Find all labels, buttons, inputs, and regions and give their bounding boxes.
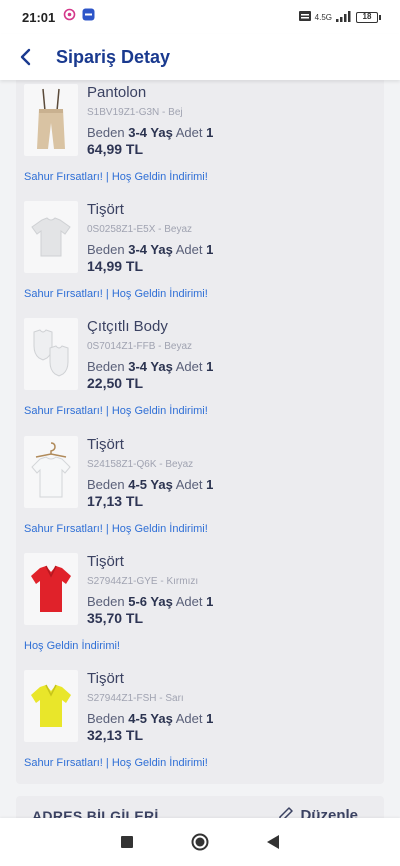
product-size-qty: Beden 3-4 Yaş Adet 1 bbox=[87, 125, 214, 140]
recent-apps-button[interactable] bbox=[112, 827, 142, 857]
app-notification-icon bbox=[63, 8, 76, 26]
product-name: Tişört bbox=[87, 670, 124, 687]
product-price: 64,99 TL bbox=[87, 141, 144, 157]
product-sku: S27944Z1-FSH - Sarı bbox=[87, 693, 184, 704]
status-time: 21:01 bbox=[22, 9, 56, 25]
battery-icon: 18 bbox=[356, 11, 381, 23]
home-button[interactable] bbox=[185, 827, 215, 857]
product-name: Tişört bbox=[87, 436, 124, 453]
campaign-link[interactable]: Sahur Fırsatları! | Hoş Geldin İndirimi! bbox=[24, 756, 208, 770]
product-sku: 0S7014Z1-FFB - Beyaz bbox=[87, 341, 193, 352]
edit-label: Düzenle bbox=[300, 806, 358, 819]
product-price: 35,70 TL bbox=[87, 610, 144, 626]
edit-address-button[interactable]: Düzenle bbox=[277, 806, 358, 818]
product-image bbox=[24, 201, 78, 273]
order-item[interactable]: Tişört 0S0258Z1-E5X - Beyaz Beden 3-4 Ya… bbox=[24, 201, 376, 301]
back-nav-button[interactable] bbox=[258, 827, 288, 857]
product-sku: S1BV19Z1-G3N - Bej bbox=[87, 107, 183, 118]
product-size-qty: Beden 3-4 Yaş Adet 1 bbox=[87, 242, 214, 257]
signal-icon bbox=[336, 10, 352, 24]
campaign-link[interactable]: Sahur Fırsatları! | Hoş Geldin İndirimi! bbox=[24, 522, 208, 536]
order-item[interactable]: Tişört S27944Z1-GYE - Kırmızı Beden 5-6 … bbox=[24, 553, 376, 653]
order-item[interactable]: Pantolon S1BV19Z1-G3N - Bej Beden 3-4 Ya… bbox=[24, 84, 376, 184]
product-image bbox=[24, 553, 78, 625]
campaign-link[interactable]: Hoş Geldin İndirimi! bbox=[24, 639, 120, 653]
app-header: Sipariş Detay bbox=[0, 34, 400, 80]
order-detail-content[interactable]: Pantolon S1BV19Z1-G3N - Bej Beden 3-4 Ya… bbox=[0, 80, 400, 818]
volte-icon bbox=[298, 11, 311, 23]
square-icon bbox=[120, 836, 133, 848]
circle-icon bbox=[191, 833, 209, 851]
order-item[interactable]: Tişört S24158Z1-Q6K - Beyaz Beden 4-5 Ya… bbox=[24, 436, 376, 536]
product-image bbox=[24, 318, 78, 390]
triangle-back-icon bbox=[266, 835, 279, 849]
product-size-qty: Beden 3-4 Yaş Adet 1 bbox=[87, 359, 214, 374]
product-price: 32,13 TL bbox=[87, 727, 144, 743]
product-name: Tişört bbox=[87, 201, 124, 218]
product-name: Pantolon bbox=[87, 84, 147, 101]
address-card: ADRES BİLGİLERİ Düzenle bbox=[16, 796, 384, 818]
product-name: Tişört bbox=[87, 553, 124, 570]
message-notification-icon bbox=[82, 8, 95, 26]
product-price: 14,99 TL bbox=[87, 258, 144, 274]
campaign-link[interactable]: Sahur Fırsatları! | Hoş Geldin İndirimi! bbox=[24, 170, 208, 184]
edit-icon bbox=[279, 807, 294, 818]
product-image bbox=[24, 84, 78, 156]
page-title: Sipariş Detay bbox=[56, 46, 171, 67]
product-size-qty: Beden 4-5 Yaş Adet 1 bbox=[87, 477, 214, 492]
product-image bbox=[24, 436, 78, 508]
product-sku: S27944Z1-GYE - Kırmızı bbox=[87, 576, 199, 587]
product-price: 17,13 TL bbox=[87, 493, 144, 509]
address-title: ADRES BİLGİLERİ bbox=[32, 808, 159, 818]
back-button[interactable] bbox=[0, 34, 50, 80]
product-size-qty: Beden 4-5 Yaş Adet 1 bbox=[87, 711, 214, 726]
order-items-card: Pantolon S1BV19Z1-G3N - Bej Beden 3-4 Ya… bbox=[16, 80, 384, 784]
order-item[interactable]: Çıtçıtlı Body 0S7014Z1-FFB - Beyaz Beden… bbox=[24, 318, 376, 418]
campaign-link[interactable]: Sahur Fırsatları! | Hoş Geldin İndirimi! bbox=[24, 404, 208, 418]
status-bar: 21:01 4.5G 18 bbox=[0, 0, 400, 34]
product-image bbox=[24, 670, 78, 742]
product-sku: S24158Z1-Q6K - Beyaz bbox=[87, 459, 194, 470]
chevron-left-icon bbox=[20, 48, 31, 66]
product-size-qty: Beden 5-6 Yaş Adet 1 bbox=[87, 594, 214, 609]
product-sku: 0S0258Z1-E5X - Beyaz bbox=[87, 224, 193, 235]
campaign-link[interactable]: Sahur Fırsatları! | Hoş Geldin İndirimi! bbox=[24, 287, 208, 301]
network-type: 4.5G bbox=[314, 12, 332, 22]
order-item[interactable]: Tişört S27944Z1-FSH - Sarı Beden 4-5 Yaş… bbox=[24, 670, 376, 770]
product-price: 22,50 TL bbox=[87, 375, 144, 391]
product-name: Çıtçıtlı Body bbox=[87, 318, 168, 335]
system-nav-bar bbox=[0, 818, 400, 866]
